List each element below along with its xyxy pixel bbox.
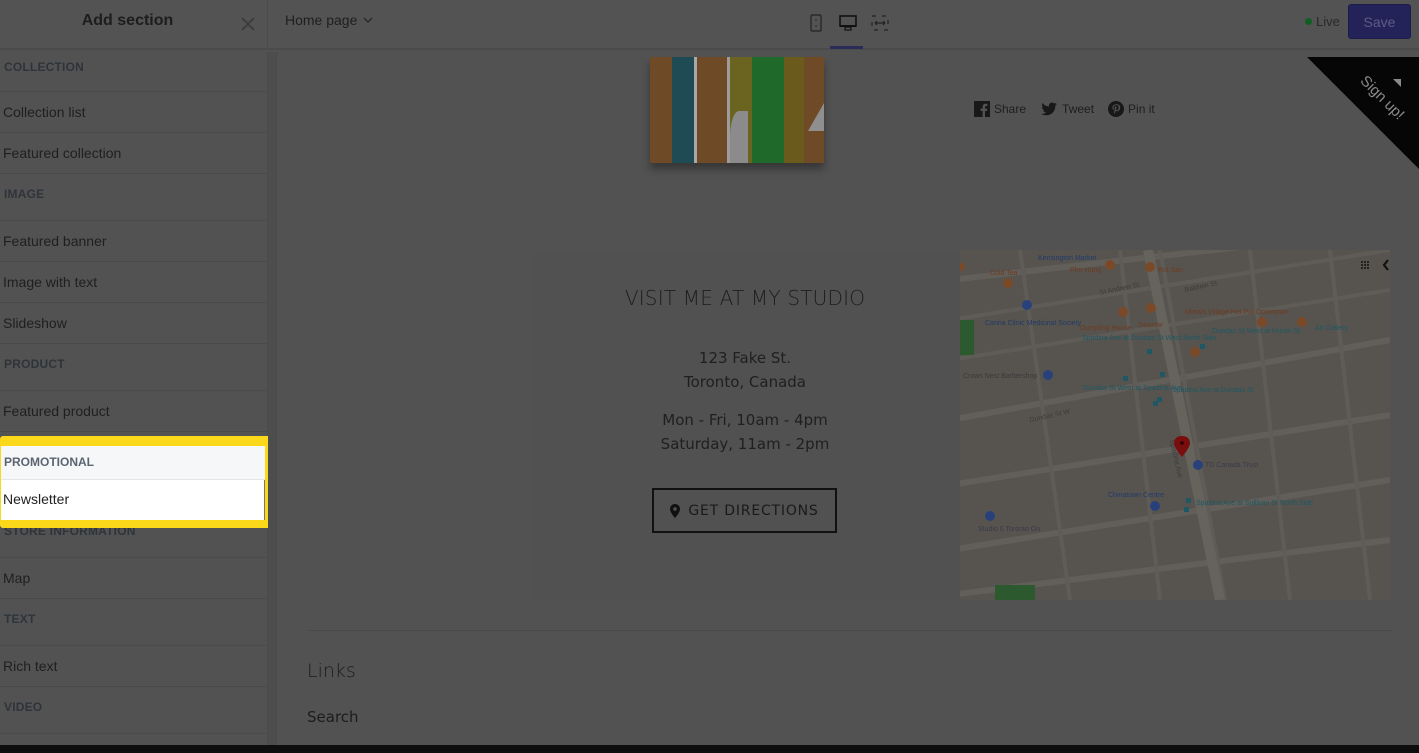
section-item-newsletter[interactable]: Newsletter — [1, 480, 265, 520]
footer-link-search[interactable]: Search — [307, 708, 359, 726]
pinterest-icon — [1108, 101, 1125, 117]
twitter-icon — [1041, 102, 1058, 115]
section-item-rich-text[interactable]: Rich text — [0, 646, 267, 687]
map-label: Pho Hung — [1070, 267, 1101, 274]
save-button[interactable]: Save — [1348, 4, 1411, 39]
hours-line-2: Saturday, 11am - 2pm — [660, 435, 830, 453]
map-label: Dumpling House — [1080, 325, 1132, 332]
address-line-2: Toronto, Canada — [684, 373, 806, 391]
sidebar-scrollbar[interactable] — [268, 52, 276, 753]
section-item-image-with-text[interactable]: Image with text — [0, 262, 267, 303]
section-group-video: VIDEO — [0, 687, 267, 734]
footer-divider — [307, 630, 1392, 631]
footer-links-title: Links — [307, 660, 356, 682]
live-status: Live — [1305, 14, 1340, 29]
live-dot-icon — [1305, 18, 1312, 25]
studio-title: VISIT ME AT MY STUDIO — [624, 286, 866, 310]
section-group-product: PRODUCT Featured product — [0, 344, 267, 432]
expand-horizontal-icon — [871, 15, 889, 31]
device-toggle — [806, 12, 890, 34]
map-label: Crows Nest Barbershop — [963, 373, 1037, 380]
map-label: Spadina Ave at Sullivan St North Side — [1196, 500, 1313, 507]
map-label: Morals Village Hot Pot Downtown — [1185, 309, 1289, 316]
facebook-icon — [974, 101, 990, 117]
product-image[interactable] — [650, 57, 824, 163]
map-label: Studio 6 Toronto On — [978, 526, 1040, 533]
highlight-annotation: PROMOTIONAL Newsletter — [0, 436, 276, 528]
mobile-icon — [810, 14, 822, 32]
add-section-sidebar: COLLECTION Collection list Featured coll… — [0, 52, 268, 753]
section-group-image: IMAGE Featured banner Image with text Sl… — [0, 174, 267, 344]
map-pin-icon — [670, 503, 681, 518]
bottom-edge — [0, 745, 1419, 753]
map-label: Spadina Ave at Dundas St West North Side — [1082, 335, 1216, 342]
map-label: Art Gallery — [1315, 325, 1349, 332]
section-group-promotional: PROMOTIONAL Newsletter — [1, 446, 265, 524]
section-item-collection-list[interactable]: Collection list — [0, 92, 267, 133]
share-label: Share — [994, 102, 1027, 116]
close-icon — [241, 17, 255, 31]
page-selector[interactable]: Home page — [285, 12, 373, 28]
studio-hours: Mon - Fri, 10am - 4pm Saturday, 11am - 2… — [530, 408, 960, 456]
full-width-view-button[interactable] — [870, 12, 890, 34]
section-group-store-information: STORE INFORMATION Map — [0, 522, 267, 599]
sidebar-title: Add section — [81, 12, 174, 29]
pin-label: Pin it — [1128, 102, 1155, 116]
map-label: Rol San — [1158, 267, 1183, 274]
map-label: Kensington Market — [1038, 255, 1096, 262]
ribbon-shape: Sign up! — [1307, 57, 1419, 169]
section-group-text: TEXT Rich text — [0, 599, 267, 687]
live-label: Live — [1316, 14, 1340, 29]
close-button[interactable] — [238, 14, 258, 34]
section-item-featured-product[interactable]: Featured product — [0, 391, 267, 432]
section-item-map[interactable]: Map — [0, 558, 267, 599]
map-canvas: Kensington Market Pho Hung Rol San Cold … — [960, 250, 1390, 600]
store-preview: Share Tweet Pin it Sign up! VISIT ME AT … — [277, 57, 1419, 745]
sidebar-header: Add section — [0, 0, 268, 50]
theme-editor: Add section Home page Live Save COLLECTI… — [0, 0, 1419, 753]
studio-info-panel: VISIT ME AT MY STUDIO 123 Fake St. Toron… — [530, 250, 960, 600]
map-label: Spadina Ave at Dundas St — [1172, 387, 1254, 394]
top-bar: Add section Home page Live Save — [0, 0, 1419, 50]
map-label: Canna Clinic Medicinal Society — [985, 320, 1082, 327]
tweet-label: Tweet — [1062, 102, 1095, 116]
section-item-featured-banner[interactable]: Featured banner — [0, 221, 267, 262]
map-label: Cold Tea — [990, 270, 1018, 277]
address-line-1: 123 Fake St. — [698, 349, 792, 367]
mobile-view-button[interactable] — [806, 12, 826, 34]
map-label: Dundas St West at Huron St — [1212, 328, 1300, 335]
map-label: Dundas St West at Spadina Ave — [1083, 385, 1182, 392]
group-header: VIDEO — [0, 687, 267, 734]
section-group-collection: COLLECTION Collection list Featured coll… — [0, 52, 267, 174]
chevron-down-icon — [363, 17, 373, 24]
social-share-row: Share Tweet Pin it — [974, 101, 1155, 117]
get-directions-label: GET DIRECTIONS — [688, 502, 819, 519]
get-directions-button[interactable]: GET DIRECTIONS — [652, 488, 837, 533]
signup-ribbon[interactable]: Sign up! — [1307, 57, 1419, 169]
group-header: PRODUCT — [0, 344, 267, 391]
map-grid-icon — [1361, 261, 1369, 269]
group-header: TEXT — [0, 599, 267, 646]
hours-line-1: Mon - Fri, 10am - 4pm — [662, 411, 828, 429]
google-map[interactable]: Kensington Market Pho Hung Rol San Cold … — [960, 250, 1390, 600]
section-item-featured-collection[interactable]: Featured collection — [0, 133, 267, 174]
studio-address: 123 Fake St. Toronto, Canada — [530, 346, 960, 394]
desktop-icon — [839, 15, 857, 31]
desktop-view-button[interactable] — [838, 12, 858, 34]
map-label: TD Canada Trust — [1205, 462, 1258, 469]
group-header: PROMOTIONAL — [1, 446, 265, 480]
active-device-indicator — [830, 46, 863, 49]
map-label: Swatow — [1138, 322, 1163, 329]
group-header: COLLECTION — [0, 52, 267, 92]
twitter-share-link[interactable]: Tweet — [1040, 101, 1094, 117]
facebook-share-link[interactable]: Share — [974, 101, 1026, 117]
map-label: Chinatown Centre — [1108, 492, 1164, 499]
pinterest-share-link[interactable]: Pin it — [1108, 101, 1155, 117]
page-selector-label: Home page — [285, 12, 358, 28]
section-item-slideshow[interactable]: Slideshow — [0, 303, 267, 344]
group-header: IMAGE — [0, 174, 267, 221]
